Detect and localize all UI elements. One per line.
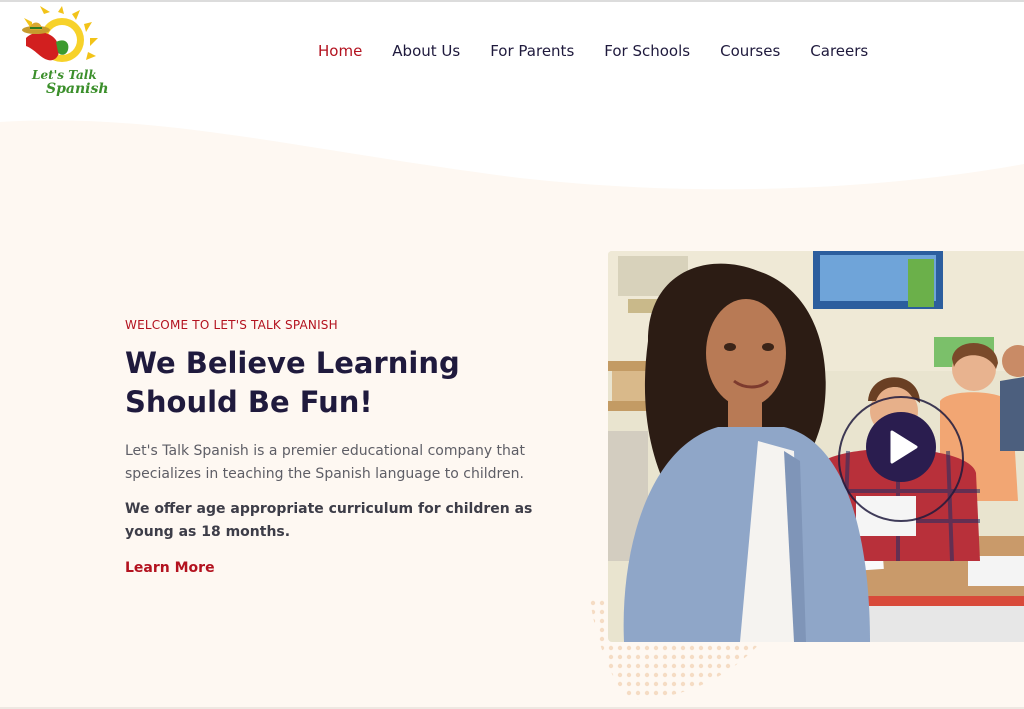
hero-age-info: We offer age appropriate curriculum for … [125,501,533,540]
site-logo[interactable]: Let's Talk Spanish [10,6,109,100]
nav-home[interactable]: Home [318,42,362,60]
play-icon [890,430,918,464]
hero-description: Let's Talk Spanish is a premier educatio… [125,443,525,482]
site-header: Let's Talk Spanish Home About Us For Par… [0,2,1024,122]
play-video-button[interactable] [866,412,936,482]
hero-text-block: WELCOME TO LET'S TALK SPANISH We Believe… [125,318,565,576]
nav-for-parents[interactable]: For Parents [490,42,574,60]
hero-eyebrow: WELCOME TO LET'S TALK SPANISH [125,318,338,332]
nav-courses[interactable]: Courses [720,42,780,60]
nav-careers[interactable]: Careers [810,42,868,60]
logo-line-2: Spanish [46,81,109,97]
logo-wordmark: Let's Talk Spanish [32,68,109,96]
logo-line-1: Let's Talk [32,68,97,82]
hero-title: We Believe Learning Should Be Fun! [125,346,460,419]
nav-for-schools[interactable]: For Schools [604,42,690,60]
main-nav: Home About Us For Parents For Schools Co… [318,42,898,60]
nav-about-us[interactable]: About Us [392,42,460,60]
learn-more-link[interactable]: Learn More [125,560,215,576]
